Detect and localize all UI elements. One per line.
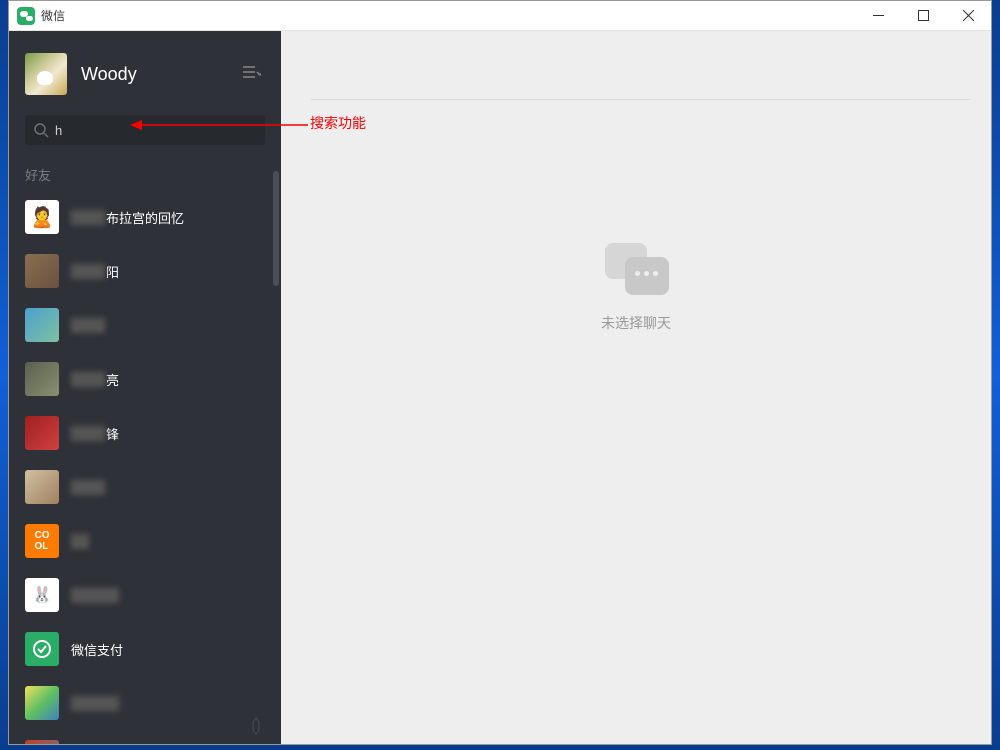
friend-item[interactable]: COOL — [9, 514, 281, 568]
friend-avatar: 🙎 — [25, 200, 59, 234]
friend-item[interactable]: 亮 — [9, 352, 281, 406]
search-wrap — [9, 115, 281, 157]
search-icon — [33, 122, 49, 138]
friend-avatar — [25, 632, 59, 666]
friend-avatar — [25, 740, 59, 744]
friend-avatar: 🐰 — [25, 578, 59, 612]
titlebar: 微信 — [9, 1, 991, 31]
close-button[interactable] — [946, 1, 991, 31]
friend-avatar — [25, 308, 59, 342]
friend-avatar — [25, 362, 59, 396]
window-title: 微信 — [41, 7, 65, 24]
sidebar-header: Woody — [9, 31, 281, 115]
main-panel: 未选择聊天 — [281, 31, 991, 744]
friend-item[interactable]: 🙎 布拉宫的回忆 — [9, 190, 281, 244]
friend-avatar — [25, 686, 59, 720]
content-area: Woody — [9, 31, 991, 744]
friend-avatar — [25, 416, 59, 450]
friend-item[interactable] — [9, 298, 281, 352]
friend-item[interactable]: 锋 — [9, 406, 281, 460]
friend-avatar — [25, 254, 59, 288]
friend-name: 布拉宫的回忆 — [71, 208, 184, 227]
wechat-icon — [17, 7, 35, 25]
search-input[interactable] — [55, 123, 257, 138]
friend-item[interactable]: 微信支付 — [9, 622, 281, 676]
sidebar: Woody — [9, 31, 281, 744]
friend-item[interactable]: 阳 — [9, 244, 281, 298]
friend-name — [71, 480, 106, 495]
friend-item[interactable] — [9, 730, 281, 744]
maximize-button[interactable] — [901, 1, 946, 31]
friend-item[interactable] — [9, 676, 281, 730]
empty-state: 未选择聊天 — [601, 241, 671, 333]
scrollbar-thumb[interactable] — [273, 171, 279, 286]
friend-avatar: COOL — [25, 524, 59, 558]
user-avatar[interactable] — [25, 53, 67, 95]
voice-icon[interactable] — [249, 717, 263, 740]
friend-name — [71, 318, 106, 333]
minimize-button[interactable] — [856, 1, 901, 31]
friend-name: 微信支付 — [71, 640, 123, 659]
chat-bubble-icon — [601, 241, 671, 301]
menu-button[interactable] — [237, 60, 265, 89]
friend-name: 亮 — [71, 370, 119, 389]
friend-item[interactable]: 🐰 — [9, 568, 281, 622]
search-box[interactable] — [25, 115, 265, 145]
header-divider — [311, 99, 971, 100]
empty-text: 未选择聊天 — [601, 313, 671, 333]
friend-item[interactable] — [9, 460, 281, 514]
friend-name: 阳 — [71, 262, 119, 281]
friend-name: 锋 — [71, 424, 119, 443]
friend-name — [71, 588, 120, 603]
friend-name — [71, 534, 90, 549]
friend-list[interactable]: 🙎 布拉宫的回忆 阳 亮 锋 — [9, 190, 281, 744]
app-window: 微信 Woody — [8, 0, 992, 745]
friend-avatar — [25, 470, 59, 504]
friend-name — [71, 696, 120, 711]
username-label: Woody — [81, 64, 237, 85]
section-header-friends: 好友 — [9, 157, 281, 190]
